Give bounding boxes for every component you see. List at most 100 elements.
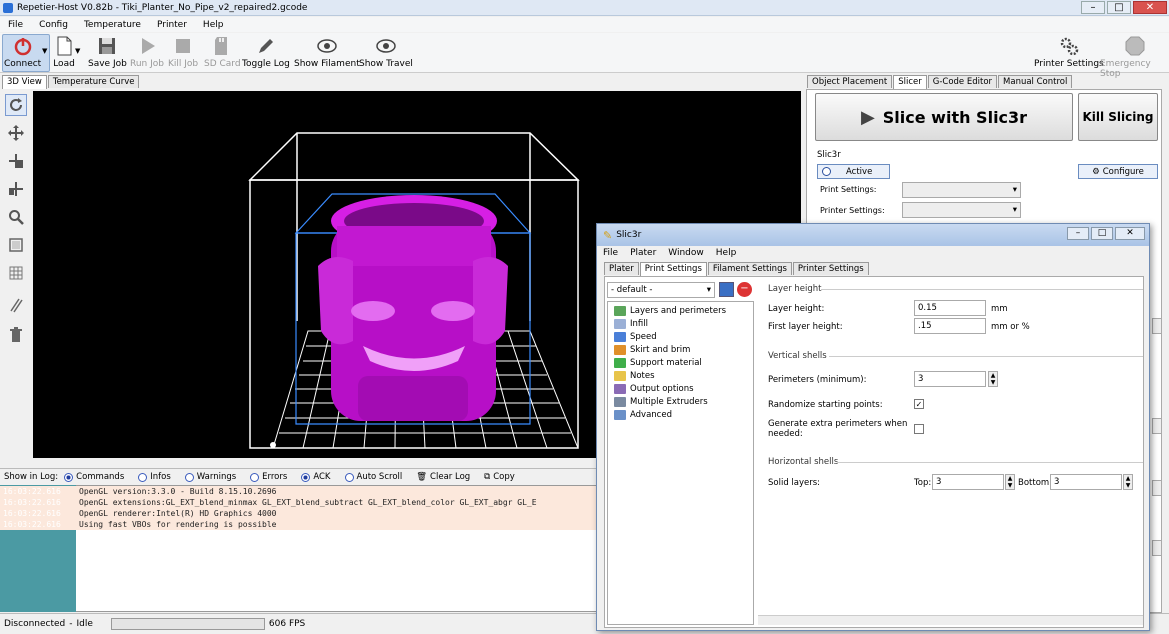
category-skirt-and-brim[interactable]: Skirt and brim (614, 345, 690, 355)
delete-preset-button[interactable]: − (737, 282, 752, 297)
printer-settings-select[interactable]: ▾ (902, 202, 1021, 218)
title-bar: Repetier-Host V0.82b - Tiki_Planter_No_P… (0, 0, 1169, 16)
show-travel-button[interactable]: Show Travel (359, 35, 413, 69)
minimize-button[interactable]: – (1067, 227, 1089, 240)
layer-height-input[interactable]: 0.15 (914, 300, 986, 316)
filter-infos[interactable]: Infos (138, 472, 171, 482)
rotate-view-button[interactable] (5, 94, 27, 116)
close-button[interactable]: ✕ (1115, 227, 1145, 240)
support-icon (614, 358, 626, 368)
zoom-button[interactable] (5, 206, 27, 228)
run-job-button[interactable]: Run Job (130, 35, 164, 69)
maximize-button[interactable]: □ (1091, 227, 1113, 240)
emergency-stop-button[interactable]: Emergency Stop (1100, 35, 1169, 79)
category-notes[interactable]: Notes (614, 371, 655, 381)
funnel-icon (614, 397, 626, 407)
auto-scroll-toggle[interactable]: Auto Scroll (344, 472, 402, 482)
move-object-icon (9, 154, 23, 168)
scroll-button[interactable] (1152, 480, 1162, 496)
copy-button[interactable]: ⧉ Copy (484, 472, 515, 482)
menu-temperature[interactable]: Temperature (76, 20, 149, 30)
fit-view-button[interactable] (5, 234, 27, 256)
filter-ack[interactable]: ACK (301, 472, 331, 482)
parallel-view-button[interactable] (5, 294, 27, 316)
slic3r-menu-file[interactable]: File (597, 248, 624, 258)
maximize-button[interactable]: □ (1107, 1, 1131, 14)
first-layer-height-unit: mm or % (991, 322, 1030, 332)
kill-slicing-button[interactable]: Kill Slicing (1078, 93, 1158, 141)
trash-icon: 🗑 (416, 472, 428, 482)
stop-icon (176, 39, 191, 53)
connect-dropdown-icon[interactable]: ▼ (42, 47, 47, 55)
category-advanced[interactable]: Advanced (614, 410, 672, 420)
perimeters-spinner[interactable]: ▲ ▼ (988, 371, 998, 387)
tab-gcode-editor[interactable]: G-Code Editor (927, 75, 998, 88)
menu-config[interactable]: Config (31, 20, 76, 30)
print-settings-select[interactable]: ▾ (902, 182, 1021, 198)
top-layers-input[interactable]: 3 (932, 474, 1004, 490)
toggle-log-button[interactable]: Toggle Log (242, 35, 290, 69)
minimize-button[interactable]: – (1081, 1, 1105, 14)
filter-errors[interactable]: Errors (250, 472, 287, 482)
kill-job-label: Kill Job (168, 59, 199, 69)
active-radio[interactable]: Active (817, 164, 890, 179)
menu-printer[interactable]: Printer (149, 20, 195, 30)
slic3r-menu-window[interactable]: Window (662, 248, 710, 258)
filter-commands[interactable]: Commands (64, 472, 124, 482)
close-button[interactable]: ✕ (1133, 1, 1167, 14)
perimeters-input[interactable]: 3 (914, 371, 986, 387)
slic3r-menu-plater[interactable]: Plater (624, 248, 662, 258)
slic3r-menu-help[interactable]: Help (710, 248, 743, 258)
load-button[interactable]: Load (53, 35, 75, 69)
tab-slicer[interactable]: Slicer (893, 75, 927, 89)
tab-object-placement[interactable]: Object Placement (807, 75, 893, 88)
tab-temperature-curve[interactable]: Temperature Curve (47, 75, 140, 88)
save-preset-button[interactable] (719, 282, 734, 297)
tab-plater[interactable]: Plater (604, 262, 639, 275)
top-layers-spinner[interactable]: ▲ ▼ (1005, 474, 1015, 490)
scroll-button[interactable] (1152, 540, 1162, 556)
category-speed[interactable]: Speed (614, 332, 657, 342)
bottom-layers-spinner[interactable]: ▲ ▼ (1123, 474, 1133, 490)
layer-height-label: Layer height: (768, 304, 825, 314)
grid-view-button[interactable] (5, 262, 27, 284)
delete-button[interactable] (5, 324, 27, 346)
extra-perimeters-checkbox[interactable] (914, 424, 924, 434)
configure-button[interactable]: ⚙ Configure (1078, 164, 1158, 179)
move-view-button[interactable] (5, 122, 27, 144)
tab-manual-control[interactable]: Manual Control (998, 75, 1073, 88)
scroll-button[interactable] (1152, 418, 1162, 434)
filter-warnings[interactable]: Warnings (184, 472, 236, 482)
kill-job-button[interactable]: Kill Job (168, 35, 198, 69)
category-output-options[interactable]: Output options (614, 384, 694, 394)
move-object-button[interactable] (5, 150, 27, 172)
tab-printer-settings[interactable]: Printer Settings (792, 262, 869, 275)
tab-3d-view[interactable]: 3D View (2, 75, 47, 89)
category-layers-and-perimeters[interactable]: Layers and perimeters (614, 306, 726, 316)
printer-settings-button[interactable]: Printer Settings (1034, 35, 1104, 69)
show-filament-button[interactable]: Show Filament (294, 35, 360, 69)
connect-tool[interactable]: Connect (4, 35, 41, 69)
menu-file[interactable]: File (0, 20, 31, 30)
move-all-button[interactable] (5, 178, 27, 200)
tab-print-settings[interactable]: Print Settings (639, 262, 707, 276)
first-layer-height-input[interactable]: .15 (914, 318, 986, 334)
sd-card-button[interactable]: SD Card (204, 35, 241, 69)
randomize-checkbox[interactable]: ✓ (914, 399, 924, 409)
tab-filament-settings[interactable]: Filament Settings (707, 262, 792, 275)
save-job-button[interactable]: Save Job (88, 35, 127, 69)
preset-select[interactable]: - default - ▾ (607, 282, 715, 298)
category-support-material[interactable]: Support material (614, 358, 702, 368)
load-dropdown-icon[interactable]: ▼ (75, 47, 80, 55)
section-divider (829, 356, 1143, 357)
category-multiple-extruders[interactable]: Multiple Extruders (614, 397, 708, 407)
category-infill[interactable]: Infill (614, 319, 648, 329)
skirt-icon (614, 345, 626, 355)
bottom-layers-input[interactable]: 3 (1050, 474, 1122, 490)
horizontal-scrollbar[interactable] (758, 615, 1143, 625)
scroll-button[interactable] (1152, 318, 1162, 334)
clear-log-button[interactable]: 🗑 Clear Log (416, 472, 470, 482)
slic3r-window: ✎ Slic3r – □ ✕ File Plater Window Help P… (596, 223, 1150, 631)
menu-help[interactable]: Help (195, 20, 232, 30)
slice-with-slic3r-button[interactable]: ▶ Slice with Slic3r (815, 93, 1073, 141)
